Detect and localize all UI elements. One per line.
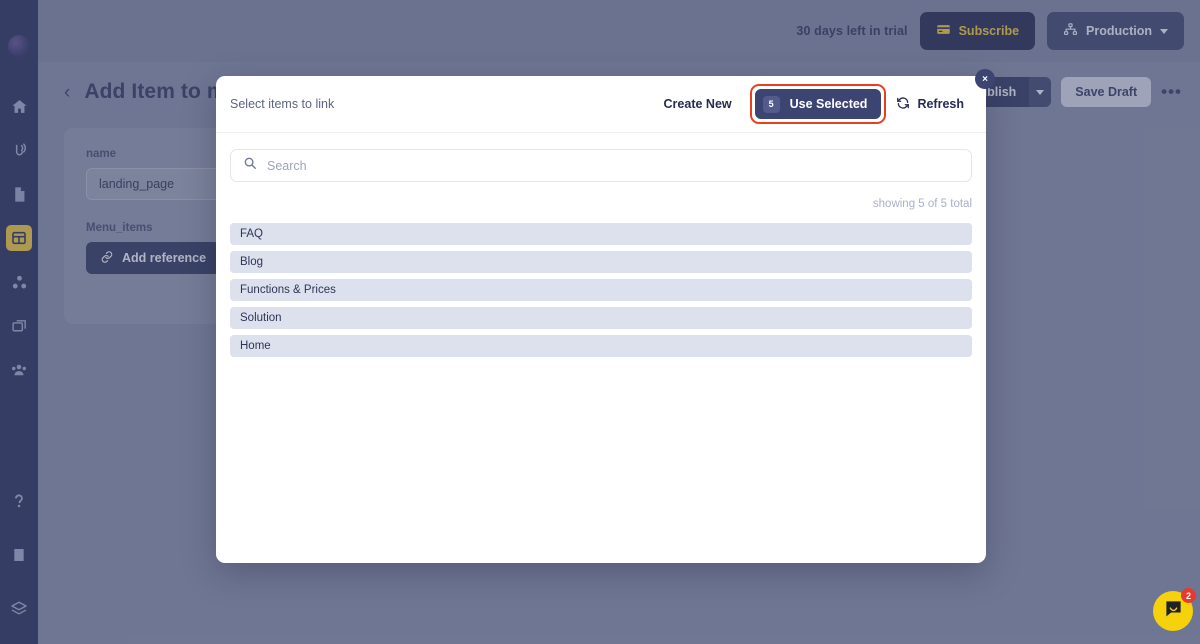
results-count-text: showing 5 of 5 total [872,198,972,210]
search-placeholder: Search [267,158,307,173]
list-item[interactable]: Functions & Prices [230,279,972,301]
use-selected-highlight: 5 Use Selected [749,84,887,124]
refresh-label: Refresh [917,97,964,111]
use-selected-label: Use Selected [789,97,868,111]
list-item[interactable]: Solution [230,307,972,329]
refresh-button[interactable]: Refresh [892,96,972,113]
app-root: 30 days left in trial Subscribe Producti… [0,0,1200,644]
list-item[interactable]: FAQ [230,223,972,245]
search-icon [243,156,257,175]
list-item[interactable]: Blog [230,251,972,273]
chat-bubble-icon [1164,599,1183,623]
refresh-icon [896,96,910,113]
create-new-button[interactable]: Create New [649,89,746,119]
chat-widget-button[interactable]: 2 [1153,588,1196,631]
list-item[interactable]: Home [230,335,972,357]
modal-header: Select items to link Create New 5 Use Se… [216,76,986,133]
search-input[interactable]: Search [230,149,972,182]
results-list: FAQ Blog Functions & Prices Solution Hom… [230,223,972,357]
modal-body: Search showing 5 of 5 total FAQ Blog Fun… [216,133,986,563]
modal-title: Select items to link [230,97,335,111]
link-items-modal: Select items to link Create New 5 Use Se… [216,76,986,563]
results-count-row: showing 5 of 5 total [230,198,972,210]
selected-count-badge: 5 [762,95,780,113]
chat-unread-badge: 2 [1181,588,1196,603]
modal-header-actions: Create New 5 Use Selected Refresh [649,84,972,124]
use-selected-button[interactable]: 5 Use Selected [754,89,882,119]
close-icon[interactable]: × [975,69,995,89]
